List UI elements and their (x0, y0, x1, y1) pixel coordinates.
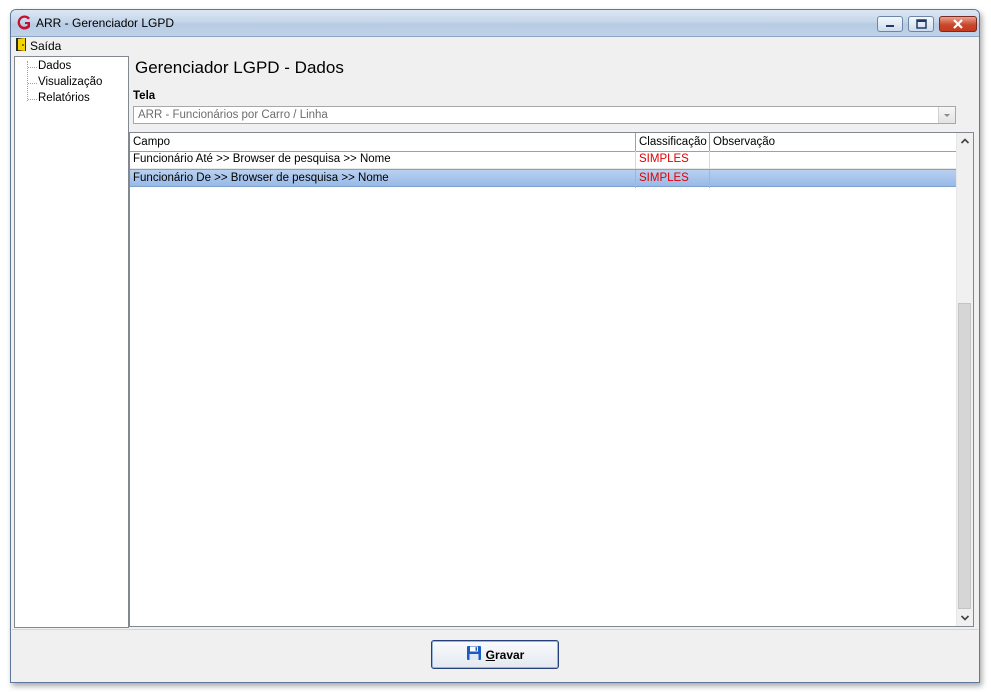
table-row[interactable]: Funcionário Até >> Browser de pesquisa >… (130, 151, 958, 169)
floppy-disk-icon (466, 645, 482, 664)
cell-classificacao[interactable]: SIMPLES (636, 151, 710, 169)
cell-observacao[interactable] (710, 151, 958, 169)
data-grid: Campo Classificação Observação Funcionár… (129, 132, 974, 627)
table-row-selected[interactable]: Funcionário De >> Browser de pesquisa >>… (130, 169, 958, 188)
cell-observacao[interactable] (710, 170, 958, 188)
minimize-button[interactable] (877, 16, 903, 32)
grid-header: Campo Classificação Observação (130, 133, 958, 152)
column-header-classificacao[interactable]: Classificação (636, 133, 710, 151)
tree-item-dados[interactable]: Dados (38, 60, 71, 72)
column-header-campo[interactable]: Campo (130, 133, 636, 151)
app-logo-icon (16, 14, 33, 31)
column-header-observacao[interactable]: Observação (710, 133, 958, 151)
cell-campo[interactable]: Funcionário De >> Browser de pesquisa >>… (130, 170, 636, 188)
scroll-down-button[interactable] (957, 610, 973, 626)
tela-select-value: ARR - Funcionários por Carro / Linha (138, 109, 328, 121)
save-button-label: Gravar (485, 647, 525, 662)
main-window: ARR - Gerenciador LGPD Saída Dados Visua… (10, 9, 980, 683)
cell-campo[interactable]: Funcionário Até >> Browser de pesquisa >… (130, 151, 636, 169)
save-button[interactable]: Gravar (431, 640, 559, 669)
tela-select[interactable]: ARR - Funcionários por Carro / Linha (133, 106, 956, 124)
tree-connector (28, 67, 37, 68)
tree-item-relatorios[interactable]: Relatórios (38, 92, 90, 104)
menu-exit[interactable]: Saída (15, 38, 61, 54)
chevron-down-icon (960, 615, 970, 621)
navigation-tree: Dados Visualização Relatórios (14, 56, 129, 628)
vertical-scrollbar[interactable] (956, 133, 973, 626)
dropdown-button[interactable] (938, 107, 955, 123)
cell-classificacao[interactable]: SIMPLES (636, 170, 710, 188)
tree-connector (28, 83, 37, 84)
chevron-down-icon (944, 114, 950, 117)
close-button[interactable] (939, 16, 977, 32)
scroll-thumb[interactable] (958, 303, 971, 609)
chevron-up-icon (960, 138, 970, 144)
maximize-button[interactable] (908, 16, 934, 32)
menu-exit-label: Saída (30, 39, 62, 53)
menu-bar: Saída (12, 37, 978, 54)
tree-connector (28, 99, 37, 100)
scroll-up-button[interactable] (957, 133, 973, 149)
tela-label: Tela (133, 90, 156, 102)
page-title: Gerenciador LGPD - Dados (135, 58, 344, 77)
tree-item-visualizacao[interactable]: Visualização (38, 76, 102, 88)
title-bar[interactable]: ARR - Gerenciador LGPD (11, 10, 979, 37)
exit-door-icon (15, 37, 27, 55)
window-title: ARR - Gerenciador LGPD (36, 16, 175, 30)
action-bar: Gravar (12, 629, 978, 682)
